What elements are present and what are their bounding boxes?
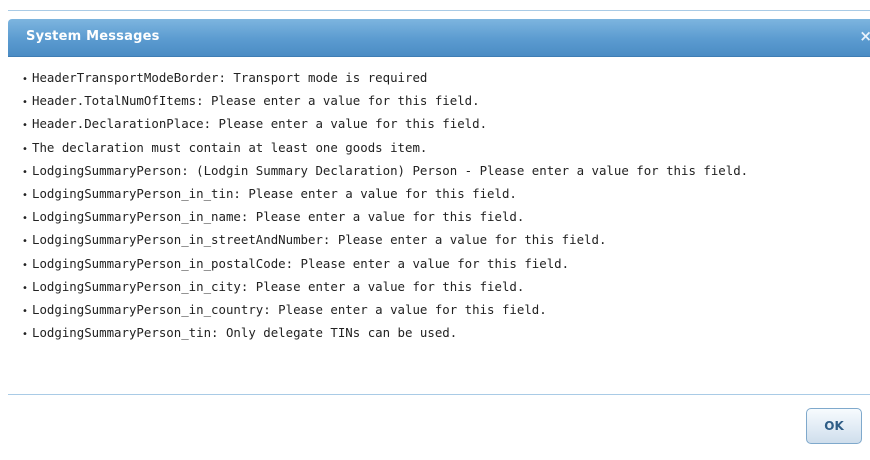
message-text: HeaderTransportModeBorder: Transport mod… — [32, 70, 428, 85]
message-text: The declaration must contain at least on… — [32, 139, 428, 155]
close-icon[interactable]: × — [859, 27, 870, 45]
message-text: LodgingSummaryPerson_in_name: Please ent… — [32, 209, 525, 225]
message-text: LodgingSummaryPerson_tin: Only delegate … — [32, 325, 458, 341]
bullet-icon: • — [22, 143, 28, 155]
message-text: LodgingSummaryPerson_in_streetAndNumber:… — [32, 232, 607, 248]
bullet-icon: • — [22, 74, 28, 85]
message-text: Header.TotalNumOfItems: Please enter a v… — [32, 93, 480, 109]
message-text: LodgingSummaryPerson_in_country: Please … — [32, 301, 547, 317]
top-divider — [8, 10, 870, 11]
messages-content: • HeaderTransportModeBorder: Transport mo… — [22, 69, 870, 347]
bullet-icon: • — [22, 329, 28, 341]
list-item: • HeaderTransportModeBorder: Transport mo… — [22, 69, 870, 86]
dialog-titlebar[interactable]: System Messages × — [8, 19, 870, 57]
dialog-title: System Messages — [26, 29, 160, 44]
list-item: • LodgingSummaryPerson_in_country: Please… — [22, 301, 870, 318]
bullet-icon: • — [22, 236, 28, 248]
list-item: • LodgingSummaryPerson_in_tin: Please ent… — [22, 185, 870, 202]
message-text: LodgingSummaryPerson_in_postalCode: Plea… — [32, 255, 570, 271]
bullet-icon: • — [22, 166, 28, 178]
list-item: • LodgingSummaryPerson: (Lodgin Summary D… — [22, 162, 870, 179]
message-text: LodgingSummaryPerson_in_tin: Please ente… — [32, 185, 517, 201]
ok-button[interactable]: OK — [806, 408, 862, 444]
bullet-icon: • — [22, 97, 28, 109]
system-messages-dialog: System Messages × • HeaderTransportModeBo… — [0, 0, 870, 460]
bullet-icon: • — [22, 305, 28, 317]
list-item: • The declaration must contain at least o… — [22, 139, 870, 156]
list-item: • LodgingSummaryPerson_in_name: Please en… — [22, 208, 870, 225]
message-text: Header.DeclarationPlace: Please enter a … — [32, 116, 488, 132]
message-text: LodgingSummaryPerson: (Lodgin Summary De… — [32, 162, 749, 178]
list-item: • Header.TotalNumOfItems: Please enter a … — [22, 92, 870, 109]
list-item: • LodgingSummaryPerson_in_streetAndNumber… — [22, 231, 870, 248]
footer-divider — [8, 394, 870, 395]
list-item: • LodgingSummaryPerson_in_postalCode: Ple… — [22, 255, 870, 272]
list-item: • LodgingSummaryPerson_in_city: Please en… — [22, 278, 870, 295]
message-text: LodgingSummaryPerson_in_city: Please ent… — [32, 278, 525, 294]
bullet-icon: • — [22, 282, 28, 294]
message-list: • HeaderTransportModeBorder: Transport mo… — [22, 69, 870, 341]
bullet-icon: • — [22, 120, 28, 132]
list-item: • Header.DeclarationPlace: Please enter a… — [22, 115, 870, 132]
list-item: • LodgingSummaryPerson_tin: Only delegate… — [22, 324, 870, 341]
bullet-icon: • — [22, 259, 28, 271]
bullet-icon: • — [22, 213, 28, 225]
bullet-icon: • — [22, 189, 28, 201]
